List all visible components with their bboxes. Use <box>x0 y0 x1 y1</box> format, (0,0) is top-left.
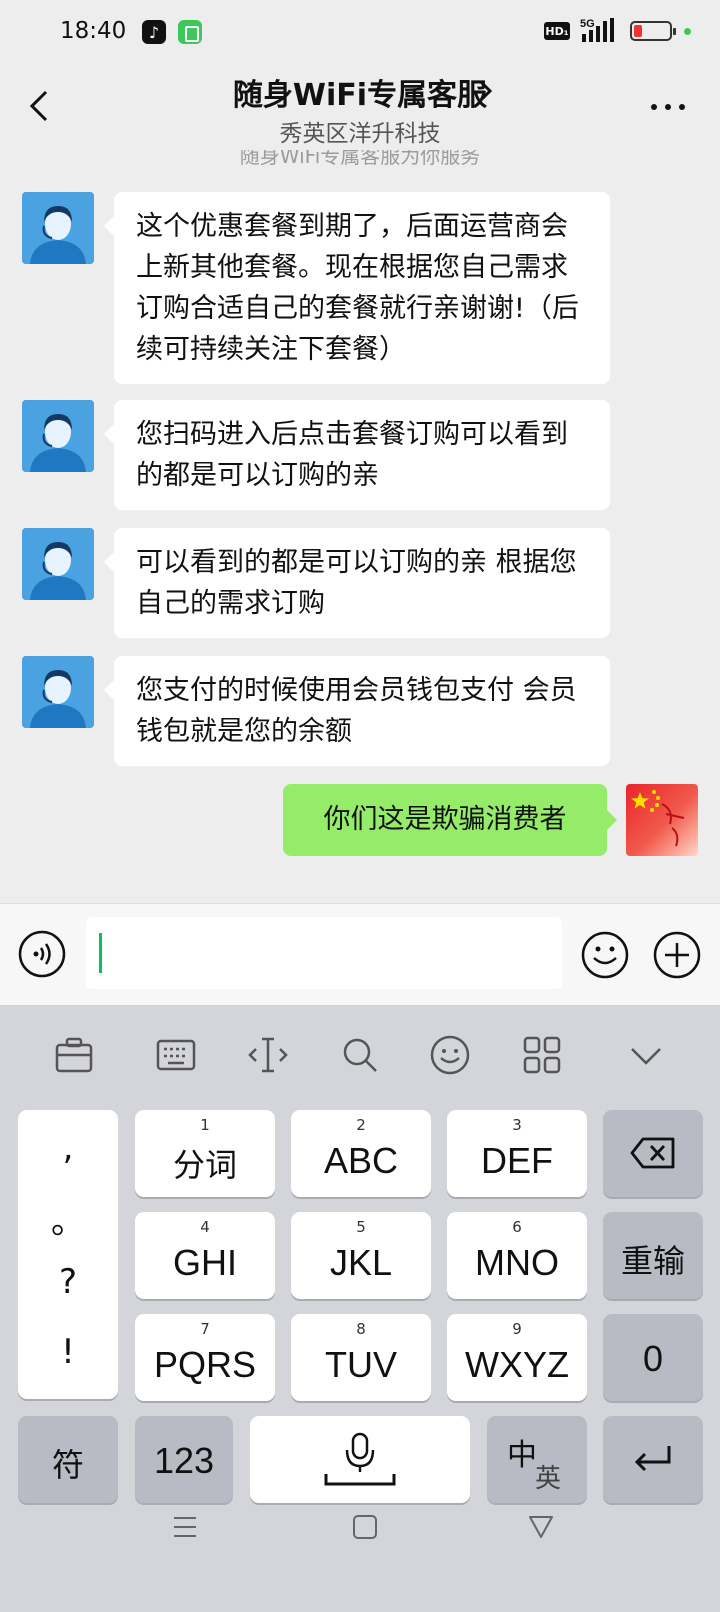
punctuation-key[interactable]: , 。 ? ! <box>18 1110 118 1399</box>
message-input-bar <box>0 903 720 1005</box>
more-options-icon[interactable] <box>648 102 688 112</box>
key-label: JKL <box>329 1242 393 1283</box>
punct-question[interactable]: ? <box>18 1262 118 1302</box>
apps-grid-icon[interactable] <box>520 1033 564 1077</box>
punct-comma[interactable]: , <box>18 1128 118 1168</box>
flag-avatar-icon <box>631 790 685 847</box>
agent-avatar[interactable] <box>22 528 94 600</box>
agent-message-bubble[interactable]: 这个优惠套餐到期了，后面运营商会上新其他套餐。现在根据您自己需求订购合适自己的套… <box>104 192 610 384</box>
emoji-keyboard-icon[interactable] <box>428 1033 472 1077</box>
menu-nav-icon[interactable] <box>170 1512 200 1542</box>
punct-exclaim[interactable]: ! <box>18 1332 118 1372</box>
tiktok-icon: ♪ <box>142 20 166 44</box>
chat-message-list[interactable]: 随身WiFi专属客服为你服务 这个优惠套餐到期了，后面运营商会上新其他套餐。现在… <box>0 150 720 903</box>
agent-avatar-icon <box>22 656 94 728</box>
reinput-key[interactable]: 重输 <box>603 1212 703 1299</box>
lang-en-label: 英 <box>535 1464 562 1494</box>
chevron-right-icon[interactable] <box>476 76 496 106</box>
space-voice-key[interactable] <box>250 1416 470 1503</box>
key-num: 9 <box>512 1320 522 1338</box>
agent-message-bubble[interactable]: 可以看到的都是可以订购的亲 根据您自己的需求订购 <box>104 528 610 638</box>
charging-dot-icon <box>684 28 691 35</box>
text-cursor <box>99 933 102 973</box>
key-num: 8 <box>356 1320 366 1338</box>
symbol-label: 符 <box>51 1447 84 1483</box>
key-label: GHI <box>172 1242 237 1283</box>
network-label: 5G <box>580 18 595 30</box>
chat-header: 随身WiFi专属客服 秀英区洋升科技 <box>0 64 720 150</box>
toolbox-icon[interactable] <box>52 1033 96 1077</box>
key-label: PQRS <box>153 1344 257 1385</box>
key-num: 5 <box>356 1218 366 1236</box>
cursor-move-icon[interactable] <box>246 1033 290 1077</box>
numbers-key[interactable]: 123 <box>135 1416 233 1503</box>
key-9[interactable]: 9 WXYZ <box>447 1314 587 1401</box>
chat-subtitle: 秀英区洋升科技 <box>279 121 441 147</box>
agent-avatar-icon <box>22 400 94 472</box>
chat-title[interactable]: 随身WiFi专属客服 <box>0 70 720 114</box>
agent-avatar[interactable] <box>22 400 94 472</box>
key-4[interactable]: 4 GHI <box>135 1212 275 1299</box>
back-nav-icon[interactable] <box>526 1512 556 1542</box>
agent-avatar[interactable] <box>22 656 94 728</box>
key-6[interactable]: 6 MNO <box>447 1212 587 1299</box>
key-label: ABC <box>323 1140 399 1181</box>
search-icon[interactable] <box>338 1033 382 1077</box>
key-num: 2 <box>356 1116 366 1134</box>
key-5[interactable]: 5 JKL <box>291 1212 431 1299</box>
chat-title-text[interactable]: 随身WiFi专属客服 <box>233 78 487 113</box>
key-label: MNO <box>475 1242 559 1283</box>
numbers-label: 123 <box>153 1440 215 1481</box>
status-time: 18:40 <box>60 18 127 44</box>
emoji-icon[interactable] <box>580 930 630 980</box>
battery-icon <box>630 21 676 41</box>
system-note: 随身WiFi专属客服为你服务 <box>239 150 481 168</box>
hd-badge: HD₁ <box>544 22 570 40</box>
lang-zh-label: 中 <box>507 1438 537 1473</box>
zero-key[interactable]: 0 <box>603 1314 703 1401</box>
punct-period[interactable]: 。 <box>18 1194 118 1243</box>
key-2[interactable]: 2 ABC <box>291 1110 431 1197</box>
message-input[interactable] <box>86 917 562 989</box>
key-num: 1 <box>200 1116 210 1134</box>
key-3[interactable]: 3 DEF <box>447 1110 587 1197</box>
key-num: 7 <box>200 1320 210 1338</box>
agent-message-bubble[interactable]: 您扫码进入后点击套餐订购可以看到的都是可以订购的亲 <box>104 400 610 510</box>
key-label: TUV <box>325 1344 397 1385</box>
reinput-label: 重输 <box>620 1243 685 1279</box>
key-7[interactable]: 7 PQRS <box>135 1314 275 1401</box>
agent-avatar-icon <box>22 528 94 600</box>
backspace-icon <box>630 1137 675 1169</box>
agent-message-bubble[interactable]: 您支付的时候使用会员钱包支付 会员钱包就是您的余额 <box>104 656 610 766</box>
key-label: DEF <box>481 1140 553 1181</box>
my-message-bubble[interactable]: 你们这是欺骗消费者 <box>283 784 617 856</box>
language-switch-key[interactable]: 中 英 <box>487 1416 587 1503</box>
key-8[interactable]: 8 TUV <box>291 1314 431 1401</box>
microphone-icon <box>324 1432 396 1486</box>
home-nav-icon[interactable] <box>350 1512 380 1542</box>
zero-label: 0 <box>642 1338 664 1379</box>
voice-input-icon[interactable] <box>18 930 66 978</box>
my-avatar[interactable] <box>626 784 698 856</box>
key-label: 分词 <box>172 1147 237 1183</box>
backspace-key[interactable] <box>603 1110 703 1197</box>
plus-icon[interactable] <box>652 930 702 980</box>
symbol-key[interactable]: 符 <box>18 1416 118 1503</box>
collapse-keyboard-icon[interactable] <box>624 1033 668 1077</box>
enter-key[interactable] <box>603 1416 703 1503</box>
enter-icon <box>634 1446 671 1472</box>
agent-avatar[interactable] <box>22 192 94 264</box>
key-num: 6 <box>512 1218 522 1236</box>
key-num: 3 <box>512 1116 522 1134</box>
key-1[interactable]: 1 分词 <box>135 1110 275 1197</box>
status-bar: 18:40 ♪ HD₁ 5G <box>0 0 720 64</box>
key-num: 4 <box>200 1218 210 1236</box>
keyboard-layout-icon[interactable] <box>154 1033 198 1077</box>
app-notification-icon <box>178 20 202 44</box>
agent-avatar-icon <box>22 192 94 264</box>
key-label: WXYZ <box>465 1344 569 1385</box>
signal-icon: 5G <box>580 18 614 42</box>
